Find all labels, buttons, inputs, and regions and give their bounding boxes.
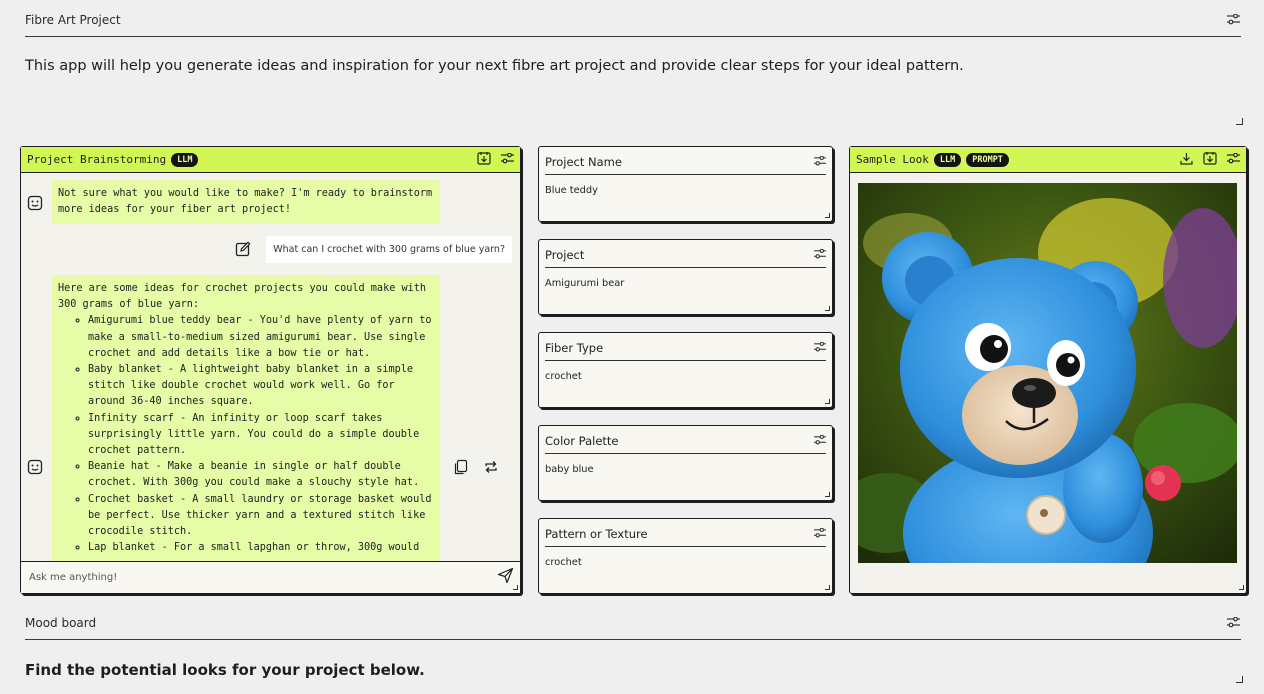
resize-handle[interactable] xyxy=(825,492,830,497)
field-label: Project xyxy=(545,248,585,262)
mood-board-header: Mood board xyxy=(25,606,1241,640)
mood-board-description: Find the potential looks for your projec… xyxy=(25,661,425,679)
field-label: Fiber Type xyxy=(545,341,604,355)
save-icon[interactable] xyxy=(477,151,491,168)
resize-handle[interactable] xyxy=(825,399,830,404)
user-message-text: What can I crochet with 300 grams of blu… xyxy=(273,244,505,255)
bot-message: Not sure what you would like to make? I'… xyxy=(52,180,440,224)
fiber-type-field[interactable]: crochet xyxy=(545,371,582,382)
field-label: Pattern or Texture xyxy=(545,527,648,541)
page-title: Fibre Art Project xyxy=(25,12,121,27)
list-item: Lap blanket - For a small lapghan or thr… xyxy=(88,540,434,556)
tune-icon[interactable] xyxy=(814,155,826,169)
prompt-badge: PROMPT xyxy=(966,152,1009,167)
bot-icon xyxy=(27,459,43,475)
resize-handle[interactable] xyxy=(513,585,518,590)
top-section-header: Fibre Art Project xyxy=(25,3,1241,37)
sample-look-header: Sample Look LLM PROMPT xyxy=(850,147,1246,173)
llm-badge: LLM xyxy=(933,152,962,167)
tune-icon[interactable] xyxy=(814,527,826,541)
list-item: Beanie hat - Make a beanie in single or … xyxy=(88,459,434,491)
sample-look-image[interactable] xyxy=(858,183,1237,563)
project-name-field[interactable]: Blue teddy xyxy=(545,185,598,196)
list-item: Baby blanket - A lightweight baby blanke… xyxy=(88,362,434,411)
resize-handle[interactable] xyxy=(1236,676,1243,683)
field-label: Color Palette xyxy=(545,434,619,448)
resize-handle[interactable] xyxy=(825,585,830,590)
bot-icon xyxy=(27,195,43,211)
project-field[interactable]: Amigurumi bear xyxy=(545,278,624,289)
chat-messages[interactable]: Not sure what you would like to make? I'… xyxy=(21,173,520,561)
resize-handle[interactable] xyxy=(1239,585,1244,590)
tune-icon[interactable] xyxy=(1225,12,1241,28)
fiber-type-card: Fiber Type crochet xyxy=(538,332,833,408)
download-icon[interactable] xyxy=(1180,152,1193,168)
edit-icon[interactable] xyxy=(235,241,251,257)
chat-input[interactable] xyxy=(27,571,497,584)
top-section-description: This app will help you generate ideas an… xyxy=(25,58,964,74)
user-message: What can I crochet with 300 grams of blu… xyxy=(266,236,512,263)
tune-icon[interactable] xyxy=(501,152,514,167)
bot-message: Here are some ideas for crochet projects… xyxy=(52,275,440,561)
project-card: Project Amigurumi bear xyxy=(538,239,833,315)
save-icon[interactable] xyxy=(1203,151,1217,168)
tune-icon[interactable] xyxy=(814,434,826,448)
color-palette-field[interactable]: baby blue xyxy=(545,464,594,475)
tune-icon[interactable] xyxy=(814,341,826,355)
project-name-card: Project Name Blue teddy xyxy=(538,146,833,222)
tune-icon[interactable] xyxy=(1227,152,1240,167)
chat-panel: Project Brainstorming LLM Not sure what … xyxy=(20,146,521,594)
resize-handle[interactable] xyxy=(1236,118,1243,125)
copy-icon[interactable] xyxy=(453,459,469,475)
mood-board-title: Mood board xyxy=(25,615,97,630)
color-palette-card: Color Palette baby blue xyxy=(538,425,833,501)
send-icon[interactable] xyxy=(497,567,514,588)
regenerate-icon[interactable] xyxy=(483,459,499,475)
field-label: Project Name xyxy=(545,155,622,169)
chat-input-bar xyxy=(21,561,520,593)
list-item: Crochet basket - A small laundry or stor… xyxy=(88,492,434,541)
list-item: Amigurumi blue teddy bear - You'd have p… xyxy=(88,313,434,362)
pattern-texture-field[interactable]: crochet xyxy=(545,557,582,568)
tune-icon[interactable] xyxy=(814,248,826,262)
chat-panel-title: Project Brainstorming xyxy=(27,153,167,166)
tune-icon[interactable] xyxy=(1225,615,1241,631)
sample-look-title: Sample Look xyxy=(856,153,929,166)
bot-greeting-text: Not sure what you would like to make? I'… xyxy=(58,188,433,216)
bot-reply-list: Amigurumi blue teddy bear - You'd have p… xyxy=(58,313,434,556)
list-item: Infinity scarf - An infinity or loop sca… xyxy=(88,411,434,460)
sample-look-panel: Sample Look LLM PROMPT xyxy=(849,146,1247,594)
pattern-texture-card: Pattern or Texture crochet xyxy=(538,518,833,594)
resize-handle[interactable] xyxy=(825,213,830,218)
chat-panel-header: Project Brainstorming LLM xyxy=(21,147,520,173)
llm-badge: LLM xyxy=(171,152,199,167)
resize-handle[interactable] xyxy=(825,306,830,311)
bot-reply-intro: Here are some ideas for crochet projects… xyxy=(58,283,427,311)
